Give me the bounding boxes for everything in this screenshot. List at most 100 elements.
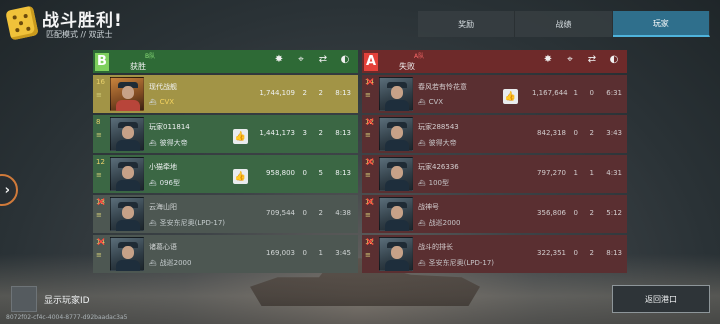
destroyed-icon: ✕: [365, 115, 376, 129]
ship-label: CVX: [428, 98, 444, 106]
tab-bar: 奖励 战绩 玩家: [418, 11, 710, 37]
tab-record[interactable]: 战绩: [515, 11, 613, 37]
stat-damage: 1,441,173: [259, 129, 295, 137]
player-name: 诸葛心语: [149, 243, 177, 251]
avatar-body: [385, 220, 409, 231]
stat-assists: 1: [589, 169, 594, 177]
avatar[interactable]: [110, 77, 144, 111]
damage-icon: ✸: [543, 54, 553, 65]
ship-icon: ⛴: [149, 99, 157, 106]
avatar[interactable]: [110, 197, 144, 231]
thumbs-up-icon[interactable]: 👍: [233, 129, 248, 144]
thumbs-up-icon[interactable]: 👍: [503, 89, 518, 104]
avatar-body: [385, 180, 409, 191]
player-row[interactable]: 14 ✕ ≡ 春风若有怜花意 ⛴ CVX 👍 1,167,644 1 0 6:31: [362, 75, 627, 113]
stat-kills: 3: [302, 129, 307, 137]
rank-chevron-icon: ≡: [96, 91, 102, 99]
player-row[interactable]: 12 ✕ ≡ 玩家288543 ⛴ 彼得大帝 842,318 0 2 3:43: [362, 115, 627, 153]
avatar-body: [116, 260, 140, 271]
chevron-right-icon[interactable]: ›: [0, 174, 18, 206]
player-row[interactable]: 13 ✕ ≡ 云海山阳 ⛴ 圣安东尼奥(LPD-17) 709,544 0 2 4:38: [93, 195, 358, 233]
rank-chevron-icon: ≡: [96, 171, 102, 179]
team-letter: B: [95, 52, 109, 71]
player-row[interactable]: 11 ✕ ≡ 战神号 ⛴ 战巡2000 356,806 0 2 5:12: [362, 195, 627, 233]
stat-kills: 2: [302, 89, 307, 97]
handshake-assist-icon: ⇄: [587, 54, 597, 65]
ship-label: 战巡2000: [159, 259, 192, 267]
stat-time: 4:38: [335, 209, 351, 217]
return-port-button[interactable]: 返回港口: [612, 285, 710, 313]
rank-chevron-icon: ≡: [96, 211, 102, 219]
avatar[interactable]: [379, 77, 413, 111]
player-row[interactable]: 14 ✕ ≡ 诸葛心语 ⛴ 战巡2000 169,003 0 1 3:45: [93, 235, 358, 273]
stat-kills: 0: [302, 169, 307, 177]
thumbs-up-icon[interactable]: 👍: [233, 169, 248, 184]
destroyed-icon: ✕: [365, 155, 376, 169]
avatar[interactable]: [379, 157, 413, 191]
ship-icon: ⛴: [418, 220, 426, 227]
avatar[interactable]: [110, 237, 144, 271]
stat-time: 8:13: [335, 89, 351, 97]
ship-label: 圣安东尼奥(LPD-17): [159, 219, 226, 227]
rank-chevron-icon: ≡: [365, 131, 371, 139]
avatar[interactable]: [379, 117, 413, 151]
player-row[interactable]: 12 ≡ 小猫牵地 ⛴ 096型 👍 958,800 0 5 8:13: [93, 155, 358, 193]
stat-assists: 2: [318, 129, 323, 137]
team-panel-loser: A A队 失败 ✸ ⌖ ⇄ ◐ 14 ✕ ≡ 春风若有怜花意 ⛴ CVX 👍 1,167,644 1 0 6:31…: [362, 50, 627, 273]
ship-icon: ⛴: [418, 140, 426, 147]
stat-damage: 1,744,109: [259, 89, 295, 97]
tab-rewards[interactable]: 奖励: [418, 11, 516, 37]
stat-time: 8:13: [335, 129, 351, 137]
destroyed-icon: ✕: [365, 235, 376, 249]
avatar-face: [122, 126, 134, 139]
team-result: 获胜: [130, 62, 146, 71]
avatar-face: [122, 86, 134, 99]
stat-assists: 5: [318, 169, 323, 177]
avatar[interactable]: [110, 117, 144, 151]
show-id-label: 显示玩家ID: [44, 296, 90, 306]
avatar-body: [385, 100, 409, 111]
ship-label: 100型: [428, 179, 449, 187]
stat-kills: 0: [573, 249, 578, 257]
player-row[interactable]: 8 ≡ 玩家011814 ⛴ 彼得大帝 👍 1,441,173 3 2 8:13: [93, 115, 358, 153]
avatar[interactable]: [379, 197, 413, 231]
stat-kills: 0: [302, 249, 307, 257]
avatar-body: [116, 140, 140, 151]
ship-label: 096型: [159, 179, 180, 187]
stat-damage: 842,318: [537, 129, 566, 137]
avatar-body: [116, 180, 140, 191]
ship-name: ⛴ CVX: [149, 98, 174, 106]
show-id-checkbox[interactable]: [11, 286, 37, 312]
team-letter: A: [364, 52, 378, 71]
tab-players[interactable]: 玩家: [612, 11, 710, 37]
rank-chevron-icon: ≡: [365, 251, 371, 259]
rank-chevron-icon: ≡: [365, 211, 371, 219]
rank-chevron-icon: ≡: [365, 91, 371, 99]
stat-assists: 0: [589, 89, 594, 97]
team-header: B B队 获胜 ✸ ⌖ ⇄ ◐: [93, 50, 358, 73]
player-name: 云海山阳: [149, 203, 177, 211]
avatar[interactable]: [110, 157, 144, 191]
destroyed-icon: ✕: [365, 75, 376, 89]
stat-kills: 0: [573, 209, 578, 217]
player-row[interactable]: 16 ≡ 现代战舰 ⛴ CVX 1,744,109 2 2 8:13: [93, 75, 358, 113]
avatar-face: [122, 166, 134, 179]
team-result: 失败: [399, 62, 415, 71]
ship-label: CVX: [159, 98, 175, 106]
clock-icon: ◐: [609, 54, 619, 65]
stat-damage: 709,544: [266, 209, 295, 217]
stat-assists: 1: [318, 249, 323, 257]
player-row[interactable]: 10 ✕ ≡ 玩家426336 ⛴ 100型 797,270 1 1 4:31: [362, 155, 627, 193]
ship-label: 圣安东尼奥(LPD-17): [428, 259, 495, 267]
ship-name: ⛴ 战巡2000: [149, 258, 191, 268]
match-mode: 匹配模式 // 双武士: [46, 30, 113, 39]
destroyed-icon: ✕: [96, 235, 107, 249]
stat-assists: 2: [318, 89, 323, 97]
player-row[interactable]: 12 ✕ ≡ 战斗的排长 ⛴ 圣安东尼奥(LPD-17) 322,351 0 2 8:13: [362, 235, 627, 273]
avatar-face: [391, 86, 403, 99]
stat-time: 3:45: [335, 249, 351, 257]
ship-name: ⛴ CVX: [418, 98, 443, 106]
stat-kills: 0: [302, 209, 307, 217]
stat-damage: 1,167,644: [532, 89, 568, 97]
avatar[interactable]: [379, 237, 413, 271]
